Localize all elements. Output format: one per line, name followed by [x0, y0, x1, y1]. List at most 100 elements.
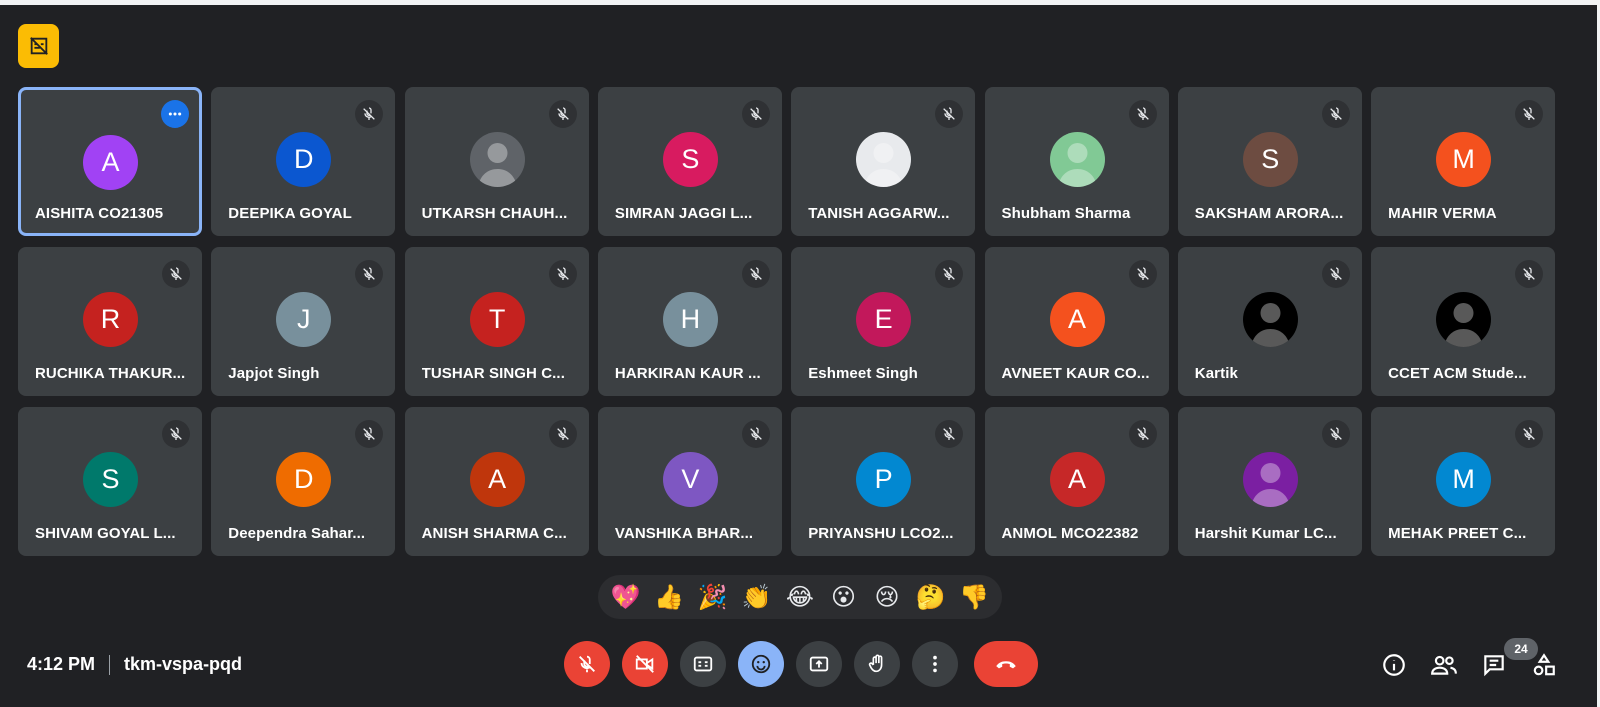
participant-name: RUCHIKA THAKUR...: [35, 365, 186, 382]
captions-button[interactable]: [680, 641, 726, 687]
participant-tile[interactable]: E Eshmeet Singh: [791, 247, 976, 396]
mic-muted-icon: [1128, 260, 1157, 288]
participant-tile[interactable]: M MAHIR VERMA: [1371, 87, 1556, 236]
end-call-button[interactable]: [974, 641, 1038, 687]
avatar-initial: A: [488, 464, 507, 494]
chat-icon: [1484, 655, 1504, 677]
participant-tile[interactable]: J Japjot Singh: [211, 247, 396, 396]
control-bar: [564, 641, 1050, 687]
participant-name: Shubham Sharma: [1001, 205, 1131, 222]
participant-tile[interactable]: D Deependra Sahar...: [211, 407, 396, 556]
mic-muted-icon: [1515, 260, 1544, 288]
divider: [109, 654, 111, 675]
mic-off-button[interactable]: [564, 641, 610, 687]
activities-button[interactable]: [1528, 649, 1560, 681]
avatar-initial: T: [488, 304, 506, 334]
participant-name: DEEPIKA GOYAL: [228, 205, 352, 222]
present-icon: [809, 656, 829, 672]
participant-name: Harshit Kumar LC...: [1194, 525, 1337, 542]
avatar: A: [1049, 452, 1105, 507]
avatar-initial: A: [1067, 304, 1086, 334]
mic-muted-icon: [935, 260, 964, 288]
avatar: P: [856, 452, 912, 507]
camera-off-button[interactable]: [622, 641, 668, 687]
no-captions-icon[interactable]: [18, 24, 59, 68]
avatar: V: [662, 452, 718, 507]
reaction-clapping-hands-icon[interactable]: 👏: [739, 580, 773, 614]
chat-button[interactable]: [1478, 649, 1510, 681]
participant-tile[interactable]: A AVNEET KAUR CO...: [984, 247, 1169, 396]
people-button[interactable]: 24: [1428, 638, 1538, 681]
participant-tile[interactable]: Kartik: [1177, 247, 1362, 396]
participant-tile[interactable]: P PRIYANSHU LCO2...: [791, 407, 976, 556]
meeting-info: 4:12 PM tkm-vspa-pqd: [27, 654, 242, 675]
mic-muted-icon: [1321, 260, 1350, 288]
raise-hand-button[interactable]: [854, 641, 900, 687]
mic-muted-icon: [741, 100, 770, 128]
raise-hand-icon: [868, 654, 883, 673]
mic-muted-icon: [162, 260, 190, 288]
emoji-button[interactable]: [738, 641, 784, 687]
participant-tile[interactable]: S SAKSHAM ARORA...: [1177, 87, 1362, 236]
reaction-sparkling-heart-icon[interactable]: 💖: [609, 580, 643, 614]
avatar: H: [662, 292, 718, 347]
reaction-party-popper-icon[interactable]: 🎉: [696, 580, 730, 614]
participant-name: VANSHIKA BHAR...: [614, 525, 754, 542]
participant-tile[interactable]: A ANISH SHARMA C...: [404, 407, 589, 556]
participant-tile[interactable]: D DEEPIKA GOYAL: [211, 87, 396, 236]
mic-muted-icon: [548, 100, 577, 128]
more-options-button[interactable]: [912, 641, 958, 687]
activities-icon: [1533, 653, 1555, 676]
participant-name: TUSHAR SINGH C...: [421, 365, 565, 382]
participant-grid: A AISHITA CO21305 D DEEPIKA GOYAL UTKARSH CH…: [18, 87, 1582, 563]
avatar-initial: D: [294, 464, 314, 494]
tile-more-options-icon[interactable]: [161, 100, 189, 128]
info-button[interactable]: [1378, 649, 1410, 681]
avatar: A: [1049, 292, 1105, 347]
participant-tile[interactable]: A AISHITA CO21305: [18, 87, 202, 236]
avatar-initial: A: [101, 147, 120, 177]
participant-tile[interactable]: A ANMOL MCO22382: [984, 407, 1169, 556]
mic-muted-icon: [741, 420, 770, 448]
mic-muted-icon: [741, 260, 770, 288]
participant-tile[interactable]: T TUSHAR SINGH C...: [404, 247, 589, 396]
participant-tile[interactable]: M MEHAK PREET C...: [1371, 407, 1556, 556]
participant-tile[interactable]: R RUCHIKA THAKUR...: [18, 247, 202, 396]
avatar-photo: [1242, 452, 1298, 507]
participant-name: UTKARSH CHAUH...: [421, 205, 568, 222]
avatar: R: [83, 292, 138, 347]
avatar-photo: [856, 132, 912, 187]
participant-name: Eshmeet Singh: [808, 365, 918, 382]
mic-muted-icon: [355, 420, 384, 448]
avatar-initial: S: [681, 144, 700, 174]
avatar-photo: [1242, 292, 1298, 347]
participant-tile[interactable]: Harshit Kumar LC...: [1177, 407, 1362, 556]
avatar-initial: D: [294, 144, 314, 174]
reaction-thumbs-up-icon[interactable]: 👍: [652, 580, 686, 614]
mic-muted-icon: [355, 260, 384, 288]
participant-name: ANISH SHARMA C...: [421, 525, 567, 542]
participant-tile[interactable]: S SHIVAM GOYAL L...: [18, 407, 202, 556]
participant-tile[interactable]: S SIMRAN JAGGI L...: [597, 87, 782, 236]
participant-name: SIMRAN JAGGI L...: [614, 205, 753, 222]
participant-name: MEHAK PREET C...: [1388, 525, 1527, 542]
reaction-tears-of-joy-icon[interactable]: 😂: [783, 580, 817, 614]
reaction-thinking-face-icon[interactable]: 🤔: [914, 580, 948, 614]
reaction-crying-face-icon[interactable]: 😢: [870, 580, 904, 614]
participant-tile[interactable]: CCET ACM Stude...: [1371, 247, 1556, 396]
participant-name: Japjot Singh: [228, 365, 320, 382]
participant-tile[interactable]: Shubham Sharma: [984, 87, 1169, 236]
participant-tile[interactable]: TANISH AGGARW...: [791, 87, 976, 236]
camera-off-icon: [635, 655, 654, 673]
mic-muted-icon: [1321, 100, 1350, 128]
mic-muted-icon: [935, 100, 964, 128]
mic-muted-icon: [1515, 100, 1544, 128]
participant-tile[interactable]: UTKARSH CHAUH...: [404, 87, 589, 236]
reaction-surprised-face-icon[interactable]: 😮: [827, 580, 861, 614]
avatar: A: [83, 135, 138, 190]
present-button[interactable]: [796, 641, 842, 687]
participant-tile[interactable]: V VANSHIKA BHAR...: [597, 407, 782, 556]
reaction-thumbs-down-icon[interactable]: 👎: [957, 580, 991, 614]
avatar-initial: P: [874, 464, 893, 494]
participant-tile[interactable]: H HARKIRAN KAUR ...: [597, 247, 782, 396]
